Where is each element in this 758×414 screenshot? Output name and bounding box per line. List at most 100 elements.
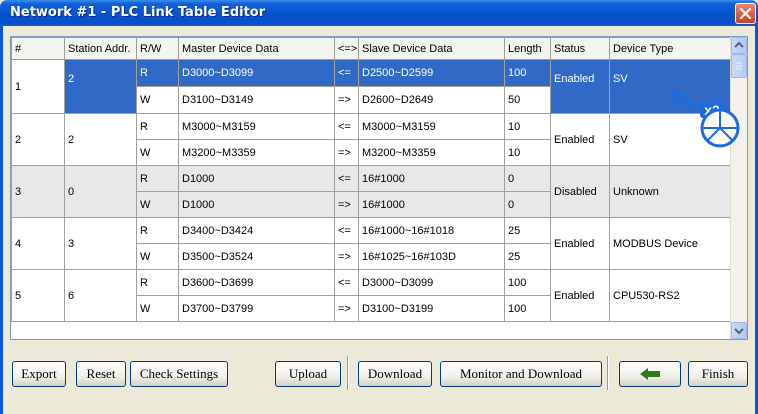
link-table-grid: # Station Addr. R/W Master Device Data <… [10,36,748,340]
rw-cell[interactable]: R [136,269,179,296]
status-cell[interactable]: Enabled [550,217,610,270]
master-device-data-cell[interactable]: D3600~D3699 [178,269,335,296]
status-cell[interactable]: Enabled [550,113,610,166]
reset-button[interactable]: Reset [76,361,126,387]
column-header-status[interactable]: Status [550,37,610,60]
length-cell[interactable]: 10 [504,113,551,140]
direction-cell[interactable]: <= [334,269,359,296]
master-device-data-cell[interactable]: D1000 [178,165,335,192]
finish-button[interactable]: Finish [688,361,748,387]
master-device-data-cell[interactable]: D1000 [178,191,335,218]
table-row[interactable]: 3 0 R D1000 <= 16#1000 0 Disabled Unknow… [11,165,734,218]
slave-device-data-cell[interactable]: 16#1000 [358,165,505,192]
slave-device-data-cell[interactable]: 16#1000~16#1018 [358,217,505,244]
rw-cell[interactable]: W [136,139,179,166]
direction-cell[interactable]: => [334,243,359,270]
column-header-master-device-data[interactable]: Master Device Data [178,37,335,60]
master-device-data-cell[interactable]: D3400~D3424 [178,217,335,244]
download-button[interactable]: Download [358,361,432,387]
table-row[interactable]: 5 6 R D3600~D3699 <= D3000~D3099 100 Ena… [11,269,734,322]
slave-device-data-cell[interactable]: M3200~M3359 [358,139,505,166]
station-addr-cell[interactable]: 6 [64,269,137,322]
column-header-slave-device-data[interactable]: Slave Device Data [358,37,505,60]
master-device-data-cell[interactable]: D3000~D3099 [178,59,335,87]
export-button[interactable]: Export [12,361,66,387]
slave-device-data-cell[interactable]: 16#1025~16#103D [358,243,505,270]
monitor-and-download-button[interactable]: Monitor and Download [440,361,602,387]
row-number[interactable]: 4 [11,217,65,270]
device-type-cell[interactable]: CPU530-RS2 [609,269,734,322]
rw-cell[interactable]: W [136,86,179,114]
status-cell[interactable]: Disabled [550,165,610,218]
device-type-cell[interactable]: MODBUS Device [609,217,734,270]
slave-device-data-cell[interactable]: D3000~D3099 [358,269,505,296]
length-cell[interactable]: 25 [504,243,551,270]
status-cell[interactable]: Enabled [550,59,610,114]
vertical-scrollbar[interactable] [730,37,747,339]
master-device-data-cell[interactable]: D3500~D3524 [178,243,335,270]
rw-cell[interactable]: W [136,243,179,270]
length-cell[interactable]: 10 [504,139,551,166]
slave-device-data-cell[interactable]: 16#1000 [358,191,505,218]
row-number[interactable]: 1 [11,59,65,114]
column-header-length[interactable]: Length [504,37,551,60]
column-header-rw[interactable]: R/W [136,37,179,60]
direction-cell[interactable]: <= [334,165,359,192]
table-row[interactable]: 2 2 R M3000~M3159 <= M3000~M3159 10 Enab… [11,113,734,166]
direction-cell[interactable]: => [334,139,359,166]
direction-cell[interactable]: <= [334,217,359,244]
length-cell[interactable]: 0 [504,191,551,218]
scroll-up-button[interactable] [731,37,747,54]
column-header-device-type[interactable]: Device Type [609,37,734,60]
station-addr-cell[interactable]: 3 [64,217,137,270]
column-header-number[interactable]: # [11,37,65,60]
scroll-down-button[interactable] [731,322,747,339]
length-cell[interactable]: 100 [504,269,551,296]
station-addr-cell[interactable]: 0 [64,165,137,218]
master-device-data-cell[interactable]: M3200~M3359 [178,139,335,166]
master-device-data-cell[interactable]: D3100~D3149 [178,86,335,114]
station-addr-cell[interactable]: 2 [64,113,137,166]
rw-cell[interactable]: R [136,59,179,87]
check-settings-button[interactable]: Check Settings [130,361,228,387]
direction-cell[interactable]: => [334,86,359,114]
slave-device-data-cell[interactable]: D3100~D3199 [358,295,505,322]
rw-cell[interactable]: W [136,295,179,322]
row-number[interactable]: 2 [11,113,65,166]
length-cell[interactable]: 50 [504,86,551,114]
slave-device-data-cell[interactable]: D2500~D2599 [358,59,505,87]
rw-cell[interactable]: R [136,217,179,244]
direction-cell[interactable]: => [334,295,359,322]
title-bar[interactable]: Network #1 - PLC Link Table Editor [0,0,758,26]
upload-button[interactable]: Upload [275,361,341,387]
length-cell[interactable]: 100 [504,295,551,322]
grip-icon [736,62,742,70]
master-device-data-cell[interactable]: D3700~D3799 [178,295,335,322]
back-button[interactable] [619,361,681,387]
station-addr-cell[interactable]: 2 [64,59,137,114]
window-title: Network #1 - PLC Link Table Editor [10,5,266,20]
rw-cell[interactable]: W [136,191,179,218]
table-row[interactable]: 4 3 R D3400~D3424 <= 16#1000~16#1018 25 … [11,217,734,270]
direction-cell[interactable]: <= [334,59,359,87]
column-header-station-addr[interactable]: Station Addr. [64,37,137,60]
rw-cell[interactable]: R [136,113,179,140]
direction-cell[interactable]: <= [334,113,359,140]
close-button[interactable] [735,3,756,24]
scroll-thumb[interactable] [731,54,747,78]
column-header-direction[interactable]: <=> [334,37,359,60]
master-device-data-cell[interactable]: M3000~M3159 [178,113,335,140]
row-number[interactable]: 3 [11,165,65,218]
button-separator [607,356,609,390]
table-row[interactable]: 1 2 R D3000~D3099 <= D2500~D2599 100 Ena… [11,59,734,114]
length-cell[interactable]: 100 [504,59,551,87]
length-cell[interactable]: 0 [504,165,551,192]
device-type-cell[interactable]: Unknown [609,165,734,218]
direction-cell[interactable]: => [334,191,359,218]
length-cell[interactable]: 25 [504,217,551,244]
status-cell[interactable]: Enabled [550,269,610,322]
rw-cell[interactable]: R [136,165,179,192]
slave-device-data-cell[interactable]: D2600~D2649 [358,86,505,114]
slave-device-data-cell[interactable]: M3000~M3159 [358,113,505,140]
row-number[interactable]: 5 [11,269,65,322]
